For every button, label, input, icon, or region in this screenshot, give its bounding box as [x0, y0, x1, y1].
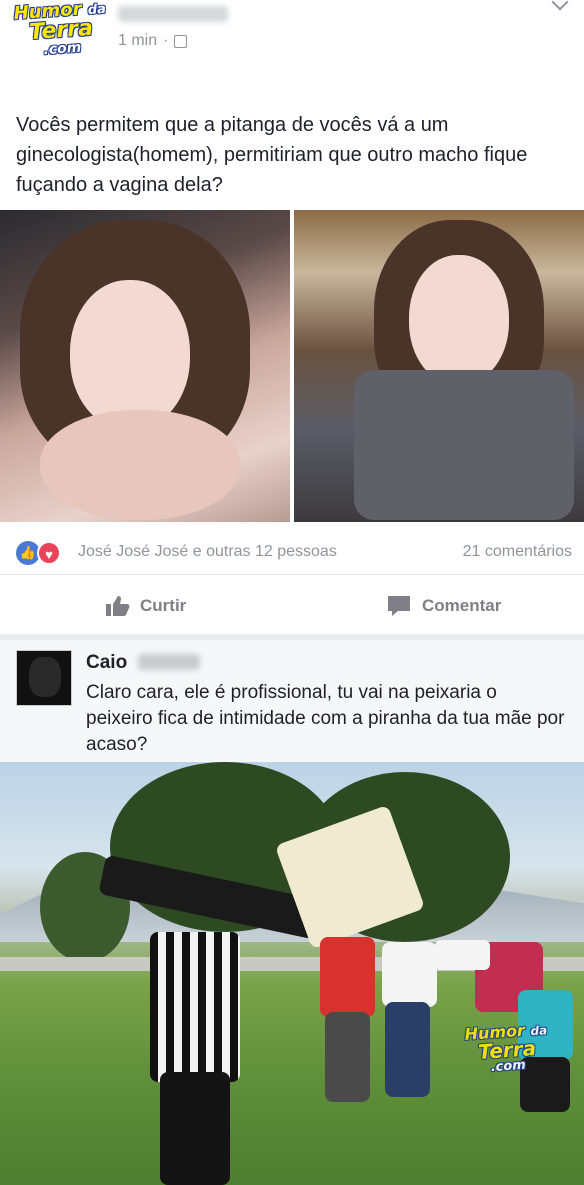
referee-person [150, 932, 240, 1082]
white-truck [435, 940, 490, 970]
reactions-bar: 👍 ♥ José José José e outras 12 pessoas 2… [0, 530, 584, 575]
post-meta: 1 min · [118, 32, 188, 50]
like-button[interactable]: Curtir [104, 594, 186, 618]
referee-legs [160, 1072, 230, 1185]
photo-girl-right[interactable] [294, 210, 584, 522]
thumbs-up-icon [106, 596, 130, 616]
photo-girl-left[interactable] [0, 210, 290, 522]
post-text: Vocês permitem que a pitanga de vocês vá… [16, 114, 528, 196]
site-logo: Humor da Terra .com [12, 0, 110, 59]
post-card: 1 min · Humor da Terra .com Vocês permit… [0, 0, 584, 634]
white-shirt-person [382, 942, 437, 1007]
watermark-logo: Humor da Terra .com [460, 1021, 553, 1076]
white-shirt-legs [385, 1002, 430, 1097]
commenter-surname-blurred [138, 654, 200, 670]
post-time[interactable]: 1 min [118, 32, 157, 50]
reaction-icons[interactable]: 👍 ♥ [16, 541, 61, 565]
face-shape [70, 280, 190, 430]
shirt-shape [354, 370, 574, 520]
audience-icon[interactable] [174, 34, 188, 48]
meme-photo[interactable]: Humor da Terra .com [0, 762, 584, 1185]
red-shirt-person [320, 937, 375, 1017]
red-shirt-legs [325, 1012, 370, 1102]
comment-bubble-icon [388, 596, 410, 616]
author-name-blurred[interactable] [118, 6, 228, 22]
arms-shape [40, 410, 240, 520]
post-actions: Curtir Comentar [0, 586, 584, 630]
avatar[interactable] [16, 650, 72, 706]
chevron-down-icon[interactable] [551, 0, 569, 11]
comment-label: Comentar [422, 596, 502, 615]
love-reaction-icon: ♥ [37, 541, 61, 565]
comment-text: Claro cara, ele é profissional, tu vai n… [86, 682, 565, 755]
comment-button[interactable]: Comentar [386, 594, 501, 618]
commenter-name[interactable]: Caio [86, 652, 127, 674]
reacted-by-text[interactable]: José José José e outras 12 pessoas [78, 543, 337, 561]
comment-card: Caio Claro cara, ele é profissional, tu … [0, 640, 584, 762]
comments-count[interactable]: 21 comentários [463, 543, 572, 561]
post-photos[interactable] [0, 210, 584, 522]
like-label: Curtir [140, 596, 187, 615]
separator-dot: · [163, 32, 169, 49]
face-shape [409, 255, 509, 385]
avatar-silhouette [29, 657, 61, 697]
